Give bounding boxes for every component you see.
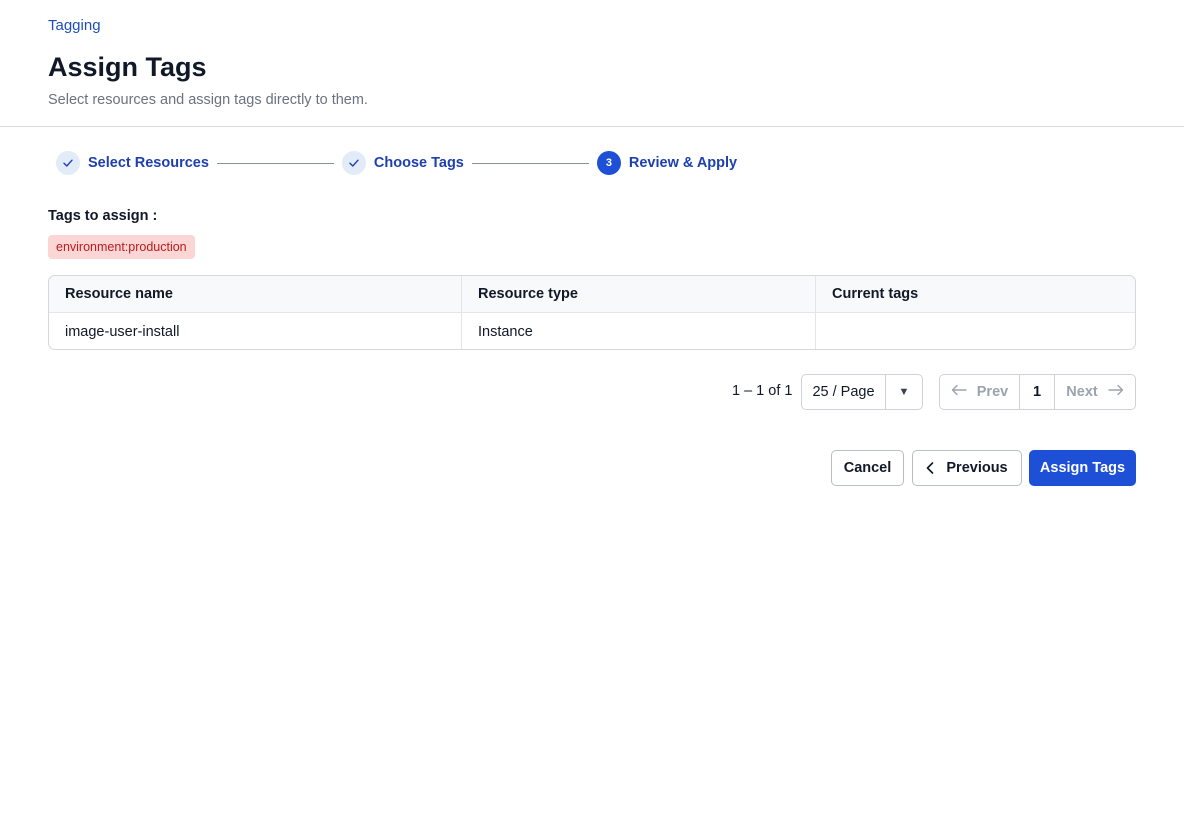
assign-tags-button[interactable]: Assign Tags — [1029, 450, 1136, 486]
tags-to-assign-label: Tags to assign : — [48, 208, 158, 224]
tag-chip: environment:production — [48, 235, 195, 259]
step-connector — [471, 162, 589, 164]
page-title: Assign Tags — [48, 52, 207, 82]
table-row: image-user-install Instance — [49, 313, 1135, 349]
resource-type-cell: Instance — [462, 313, 816, 349]
next-page-button[interactable]: Next — [1055, 375, 1135, 409]
column-header-current-tags: Current tags — [832, 286, 919, 302]
previous-button[interactable]: Previous — [912, 450, 1022, 486]
arrow-left-icon — [951, 383, 967, 401]
column-header-resource-type: Resource type — [462, 276, 816, 312]
current-tags-cell — [816, 313, 1135, 349]
header-divider — [0, 126, 1184, 127]
prev-page-button[interactable]: Prev — [940, 375, 1020, 409]
check-icon — [341, 151, 366, 175]
step-number-badge: 3 — [596, 151, 621, 175]
step-choose-tags[interactable]: Choose Tags — [341, 151, 464, 175]
cancel-button[interactable]: Cancel — [831, 450, 904, 486]
check-icon — [56, 151, 80, 175]
caret-down-icon[interactable]: ▼ — [886, 375, 922, 409]
table-header-row: Resource name Resource type Current tags — [49, 276, 1135, 313]
resources-table: Resource name Resource type Current tags… — [48, 275, 1136, 350]
resource-name-cell: image-user-install — [49, 313, 462, 349]
page-number-button[interactable]: 1 — [1020, 375, 1055, 409]
step-select-resources[interactable]: Select Resources — [56, 151, 209, 175]
per-page-value: 25 / Page — [802, 375, 886, 409]
step-label: Review & Apply — [628, 155, 738, 171]
chevron-left-icon — [926, 462, 934, 474]
step-review-apply[interactable]: 3 Review & Apply — [596, 151, 738, 175]
step-label: Select Resources — [88, 155, 209, 171]
arrow-right-icon — [1108, 383, 1124, 401]
previous-label: Previous — [946, 460, 1008, 476]
stepper: Select Resources Choose Tags 3 Review & … — [56, 150, 737, 176]
next-label: Next — [1066, 384, 1098, 400]
per-page-select[interactable]: 25 / Page ▼ — [801, 374, 923, 410]
prev-label: Prev — [976, 384, 1009, 400]
pagination-range: 1 – 1 of 1 — [732, 383, 793, 399]
step-label: Choose Tags — [373, 155, 464, 171]
column-header-resource-name: Resource name — [49, 276, 462, 312]
pager: Prev 1 Next — [939, 374, 1136, 410]
breadcrumb[interactable]: Tagging — [48, 17, 101, 34]
step-connector — [216, 162, 334, 164]
page-subtitle: Select resources and assign tags directl… — [48, 92, 368, 108]
